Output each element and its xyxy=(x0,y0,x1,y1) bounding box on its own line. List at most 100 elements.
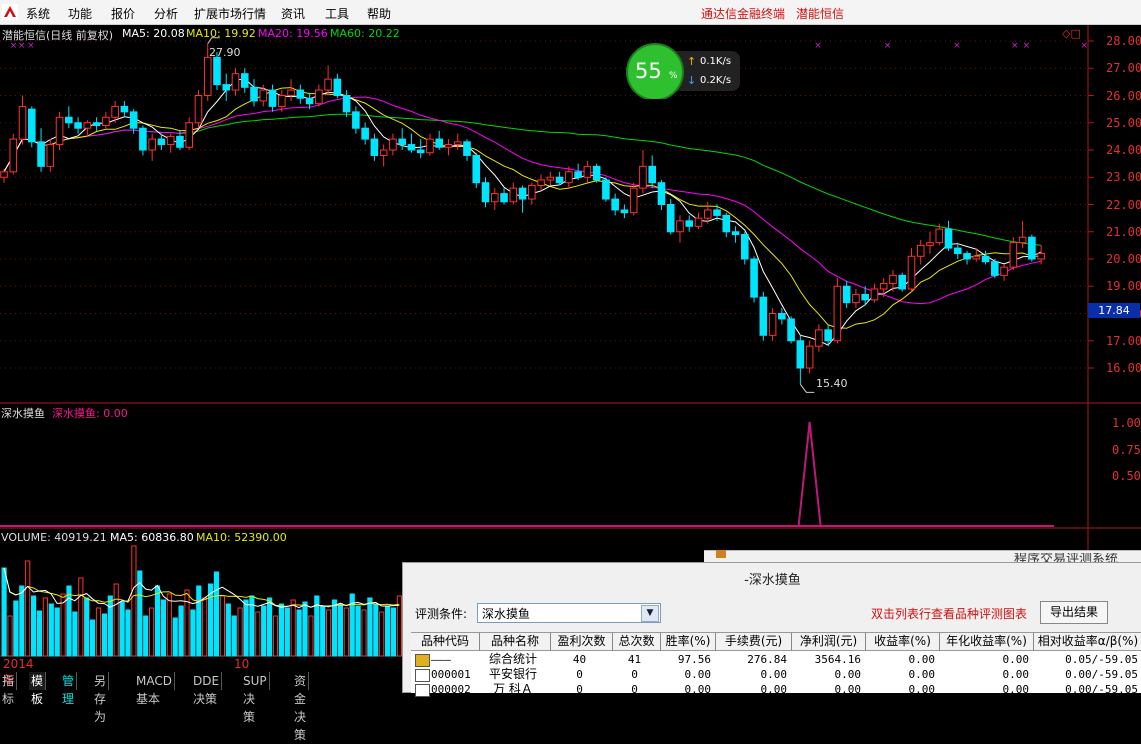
volume-bar xyxy=(373,603,379,657)
volume-bar xyxy=(113,583,119,657)
menu-function[interactable]: 功能 xyxy=(68,5,92,22)
candle-body xyxy=(102,116,110,126)
volume-bar xyxy=(343,607,349,657)
export-button[interactable]: 导出结果 xyxy=(1040,601,1108,624)
volume-bar xyxy=(379,611,385,657)
column-header[interactable]: 年化收益率(%) xyxy=(940,633,1034,651)
table-cell: 0.00 xyxy=(908,683,936,696)
table-cell: 0.00 xyxy=(684,683,712,696)
candle-body xyxy=(361,127,369,140)
candle-body xyxy=(1009,242,1018,268)
candle-body xyxy=(259,89,268,102)
candle-body xyxy=(1000,266,1008,276)
chevron-down-icon[interactable]: ▼ xyxy=(641,605,659,622)
price-axis-tick: 24.00 xyxy=(1106,143,1141,157)
volume-bar xyxy=(48,603,54,657)
candle-body xyxy=(287,89,295,97)
candle-body xyxy=(833,285,842,342)
tab-macd[interactable]: MACD基本 xyxy=(134,672,175,706)
candle-body xyxy=(9,138,18,173)
table-cell: 3564.16 xyxy=(814,653,861,666)
volume-bar xyxy=(13,600,19,657)
candle-body xyxy=(1018,236,1027,244)
volume-bar xyxy=(243,599,249,657)
column-header[interactable]: 相对收益率α/β(%) xyxy=(1034,633,1141,651)
table-cell: 0.00 xyxy=(1002,668,1030,681)
volume-bar xyxy=(261,605,267,657)
tab-dde[interactable]: DDE决策 xyxy=(191,672,223,706)
tab-template[interactable]: 模板 xyxy=(29,672,47,706)
column-header[interactable]: 净利润(元) xyxy=(792,633,866,651)
price-axis-tick: 25.00 xyxy=(1106,115,1141,130)
table-cell: 0 xyxy=(576,668,583,681)
column-header[interactable]: 总次数 xyxy=(613,633,661,651)
price-axis-tick: 26.00 xyxy=(1106,88,1141,103)
volume-bar xyxy=(66,585,72,657)
table-cell: 41 xyxy=(627,653,642,666)
volume-bar xyxy=(331,599,338,657)
candle-body xyxy=(944,228,953,249)
speed-percent: 55 xyxy=(635,59,662,83)
volume-bar xyxy=(284,607,290,657)
candle-body xyxy=(565,171,573,184)
volume-bar xyxy=(31,595,37,657)
menu-tools[interactable]: 工具 xyxy=(325,5,349,22)
menu-extended-market[interactable]: 扩展市场行情 xyxy=(194,5,266,22)
tab-save-as[interactable]: 另存为 xyxy=(92,672,110,724)
volume-bar xyxy=(149,607,155,657)
candle-body xyxy=(500,193,508,203)
tab-manage[interactable]: 管理 xyxy=(60,672,78,706)
stock-name: 潜能恒信 xyxy=(796,7,845,21)
volume-bar xyxy=(84,597,90,657)
condition-label: 评测条件: xyxy=(415,607,468,621)
volume-bar xyxy=(326,609,332,657)
dialog-title: -深水摸鱼 xyxy=(744,573,801,588)
current-price-tag: 17.84 xyxy=(1088,303,1140,318)
table-cell: 0.05/-59.05 xyxy=(1065,653,1138,666)
menu-system[interactable]: 系统 xyxy=(26,5,50,22)
tab-fund[interactable]: 资金决策 xyxy=(292,672,310,742)
menu-news[interactable]: 资讯 xyxy=(281,5,305,22)
candle-body xyxy=(1037,253,1045,260)
window-icon xyxy=(716,550,726,558)
condition-select[interactable]: 深水摸鱼 ▼ xyxy=(477,603,661,623)
volume-bar xyxy=(125,609,131,657)
column-header[interactable]: 胜率(%) xyxy=(661,633,716,651)
menu-quote[interactable]: 报价 xyxy=(111,5,135,22)
table-cell: 0.00 xyxy=(834,683,862,696)
menu-help[interactable]: 帮助 xyxy=(367,5,391,22)
candle-body xyxy=(991,261,999,276)
candle-body xyxy=(1028,236,1036,260)
candle-body xyxy=(315,89,323,105)
upload-speed: 0.1K/s xyxy=(700,56,732,67)
volume-bar xyxy=(101,613,108,657)
volume-bar xyxy=(302,601,308,657)
menu-analysis[interactable]: 分析 xyxy=(154,5,178,22)
candle-body xyxy=(676,220,684,233)
volume-bar xyxy=(219,595,226,657)
column-header[interactable]: 手续费(元) xyxy=(716,633,792,651)
column-header[interactable]: 品种名称 xyxy=(480,633,551,651)
column-header[interactable]: 品种代码 xyxy=(411,633,480,651)
signal-marker-icon: × xyxy=(1023,41,1031,51)
column-header[interactable]: 盈利次数 xyxy=(551,633,613,651)
panel-toggle-icon[interactable]: ◇□ xyxy=(1062,27,1081,40)
candle-body xyxy=(185,122,193,148)
table-cell: 0 xyxy=(631,683,638,696)
table-cell: 0.00/-59.05 xyxy=(1065,683,1138,696)
candle-body xyxy=(879,283,888,290)
dialog-hint: 双击列表行查看品种评测图表 xyxy=(871,607,1028,621)
table-cell: 40 xyxy=(572,653,587,666)
candle-body xyxy=(379,149,388,156)
candle-body xyxy=(546,176,555,181)
candle-body xyxy=(963,253,971,260)
speed-percent-sign: % xyxy=(669,71,678,81)
price-axis-tick: 21.00 xyxy=(1106,224,1141,239)
tab-sup[interactable]: SUP决策 xyxy=(241,672,270,724)
candle-body xyxy=(592,165,601,181)
candle-body xyxy=(472,154,481,184)
tab-indicator[interactable]: 指标 xyxy=(0,672,18,706)
table-cell: 平安银行 xyxy=(488,667,537,681)
volume-bar xyxy=(25,560,31,657)
column-header[interactable]: 收益率(%) xyxy=(866,633,940,651)
